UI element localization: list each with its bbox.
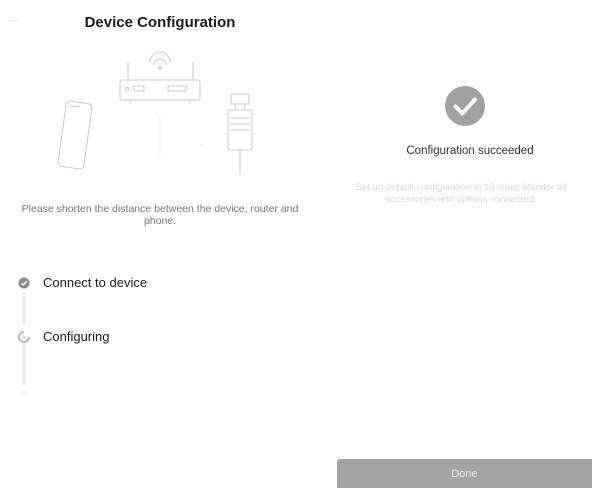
success-check-icon bbox=[445, 86, 485, 126]
phone-icon bbox=[57, 100, 93, 170]
step-complete-icon bbox=[18, 277, 30, 288]
step-label: Configuring bbox=[43, 329, 110, 344]
setup-illustration bbox=[57, 51, 253, 174]
step-connect: Connect to device bbox=[18, 275, 147, 290]
done-button[interactable]: Done bbox=[337, 459, 592, 488]
step-connector bbox=[23, 342, 25, 386]
step-pending-dot bbox=[22, 390, 26, 394]
plug-icon bbox=[227, 93, 253, 174]
step-connector bbox=[23, 290, 25, 326]
router-icon bbox=[119, 51, 201, 104]
loading-spinner-icon bbox=[18, 330, 30, 343]
step-configuring: Configuring bbox=[18, 329, 110, 344]
distance-hint: Please shorten the distance between the … bbox=[21, 203, 299, 227]
page-title: Device Configuration bbox=[84, 14, 236, 31]
success-title: Configuration succeeded bbox=[406, 145, 534, 157]
step-label: Connect to device bbox=[43, 275, 148, 290]
success-description: Set up default configuration in 10 mins.… bbox=[355, 182, 567, 205]
